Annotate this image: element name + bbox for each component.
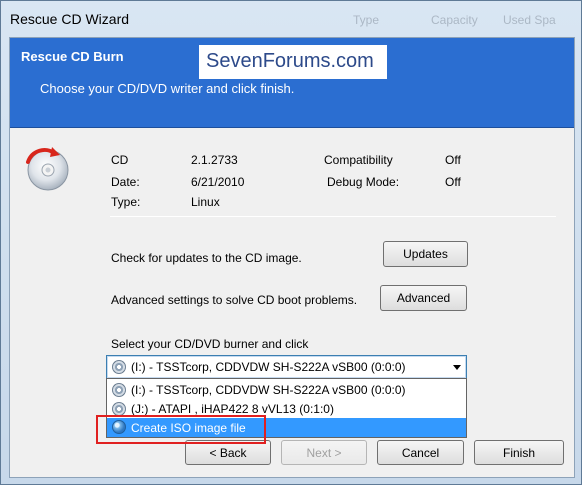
option-label: (I:) - TSSTcorp, CDDVDW SH-S222A vSB00 (… xyxy=(131,383,406,397)
debug-mode-value: Off xyxy=(445,175,461,189)
highlight-box xyxy=(96,415,266,444)
header-title: Rescue CD Burn xyxy=(21,49,124,64)
window-title: Rescue CD Wizard xyxy=(10,11,130,27)
drive-icon xyxy=(112,360,126,374)
cd-label: CD xyxy=(111,153,129,167)
cd-rescue-icon xyxy=(26,147,69,191)
drive-icon xyxy=(112,402,126,416)
date-label: Date: xyxy=(111,175,140,189)
chevron-down-icon[interactable] xyxy=(453,365,461,370)
option-label: (J:) - ATAPI , iHAP422 8 vVL13 (0:1:0) xyxy=(131,402,334,416)
type-label: Type: xyxy=(111,195,141,209)
drive-icon xyxy=(112,383,126,397)
burner-select[interactable]: (I:) - TSSTcorp, CDDVDW SH-S222A vSB00 (… xyxy=(106,355,467,379)
rescue-cd-wizard-window: Rescue CD Wizard Type Capacity Used Spa … xyxy=(0,0,582,485)
advanced-button[interactable]: Advanced xyxy=(380,285,467,311)
header-subtitle: Choose your CD/DVD writer and click fini… xyxy=(40,81,295,96)
next-button[interactable]: Next > xyxy=(281,440,367,465)
compatibility-value: Off xyxy=(445,153,461,167)
cd-version: 2.1.2733 xyxy=(191,153,238,167)
advanced-description: Advanced settings to solve CD boot probl… xyxy=(111,293,358,307)
burner-label: Select your CD/DVD burner and click xyxy=(111,337,309,351)
updates-button[interactable]: Updates xyxy=(383,241,468,267)
compatibility-label: Compatibility xyxy=(324,153,393,167)
title-bar[interactable]: Rescue CD Wizard Type Capacity Used Spa xyxy=(1,1,581,37)
cancel-button[interactable]: Cancel xyxy=(377,440,464,465)
watermark: SevenForums.com xyxy=(199,45,387,79)
updates-description: Check for updates to the CD image. xyxy=(111,251,302,265)
burner-selected-value: (I:) - TSSTcorp, CDDVDW SH-S222A vSB00 (… xyxy=(131,360,406,374)
background-column-capacity: Capacity xyxy=(431,13,478,27)
wizard-content: Rescue CD Burn Choose your CD/DVD writer… xyxy=(9,37,575,478)
burner-option-i-drive[interactable]: (I:) - TSSTcorp, CDDVDW SH-S222A vSB00 (… xyxy=(107,380,466,399)
background-column-used-space: Used Spa xyxy=(503,13,556,27)
debug-mode-label: Debug Mode: xyxy=(327,175,400,189)
type-value: Linux xyxy=(191,195,220,209)
wizard-header: Rescue CD Burn Choose your CD/DVD writer… xyxy=(10,38,574,128)
separator xyxy=(110,216,556,217)
background-column-type: Type xyxy=(353,13,380,27)
date-value: 6/21/2010 xyxy=(191,175,245,189)
finish-button[interactable]: Finish xyxy=(474,440,564,465)
